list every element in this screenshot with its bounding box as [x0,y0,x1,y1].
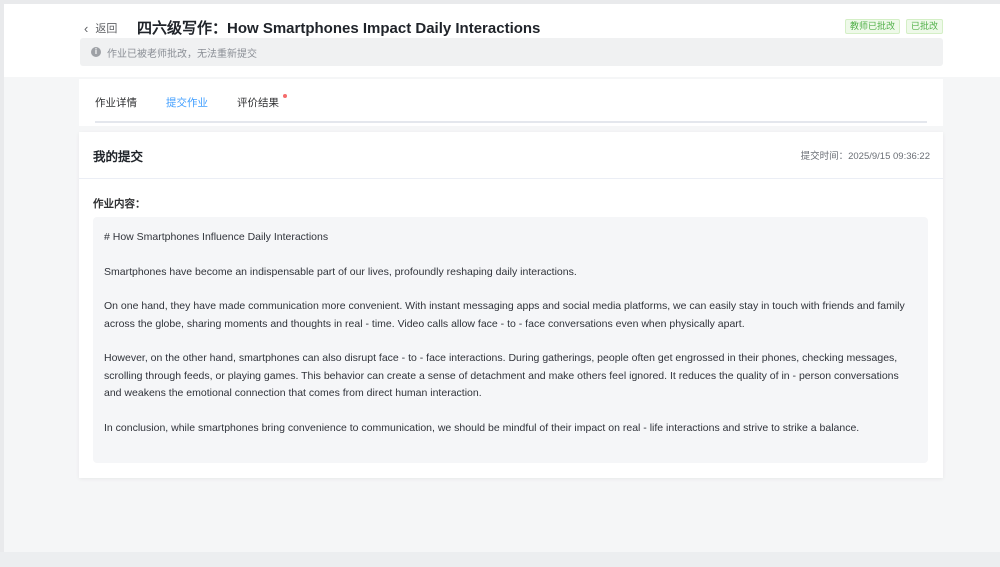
tab-label: 评价结果 [237,97,279,109]
bottom-edge [0,552,1000,567]
submission-header: 我的提交 提交时间：2025/9/15 09:36:22 [79,132,943,179]
tab-assignment-details[interactable]: 作业详情 [95,79,137,125]
page-title: 四六级写作：How Smartphones Impact Daily Inter… [137,20,541,37]
header-card: ‹ 返回 四六级写作：How Smartphones Impact Daily … [4,4,1000,77]
app-viewport: ‹ 返回 四六级写作：How Smartphones Impact Daily … [4,4,1000,552]
notice-text: 作业已被老师批改，无法重新提交 [107,48,257,60]
info-icon: i [91,47,101,57]
chevron-left-icon: ‹ [84,20,89,36]
status-badge-teacher-reviewed: 教师已批改 [844,19,900,34]
submit-time: 提交时间：2025/9/15 09:36:22 [800,151,930,162]
tab-divider [95,121,927,123]
status-tags: 教师已批改 已批改 [844,19,943,34]
notice-banner: i 作业已被老师批改，无法重新提交 [80,38,943,66]
tab-submit-assignment[interactable]: 提交作业 [166,79,208,125]
submission-title: 我的提交 [93,149,144,164]
essay-content: # How Smartphones Influence Daily Intera… [93,217,928,463]
essay-paragraph: However, on the other hand, smartphones … [104,352,899,399]
tab-label: 作业详情 [95,97,137,109]
status-badge-reviewed: 已批改 [905,19,943,34]
back-label: 返回 [95,23,118,35]
essay-paragraph: On one hand, they have made communicatio… [104,300,905,330]
content-label: 作业内容： [93,198,146,210]
tab-evaluation-results[interactable]: 评价结果 [237,79,287,125]
tab-label: 提交作业 [166,97,208,109]
tab-bar: 作业详情 提交作业 评价结果 [79,79,943,126]
essay-heading: # How Smartphones Influence Daily Intera… [104,231,329,243]
essay-paragraph: Smartphones have become an indispensable… [104,265,577,278]
submission-card: 我的提交 提交时间：2025/9/15 09:36:22 作业内容： # How… [79,132,943,478]
essay-paragraph: In conclusion, while smartphones bring c… [104,421,860,434]
notification-dot [283,94,287,98]
back-button[interactable]: ‹ 返回 [84,18,117,38]
